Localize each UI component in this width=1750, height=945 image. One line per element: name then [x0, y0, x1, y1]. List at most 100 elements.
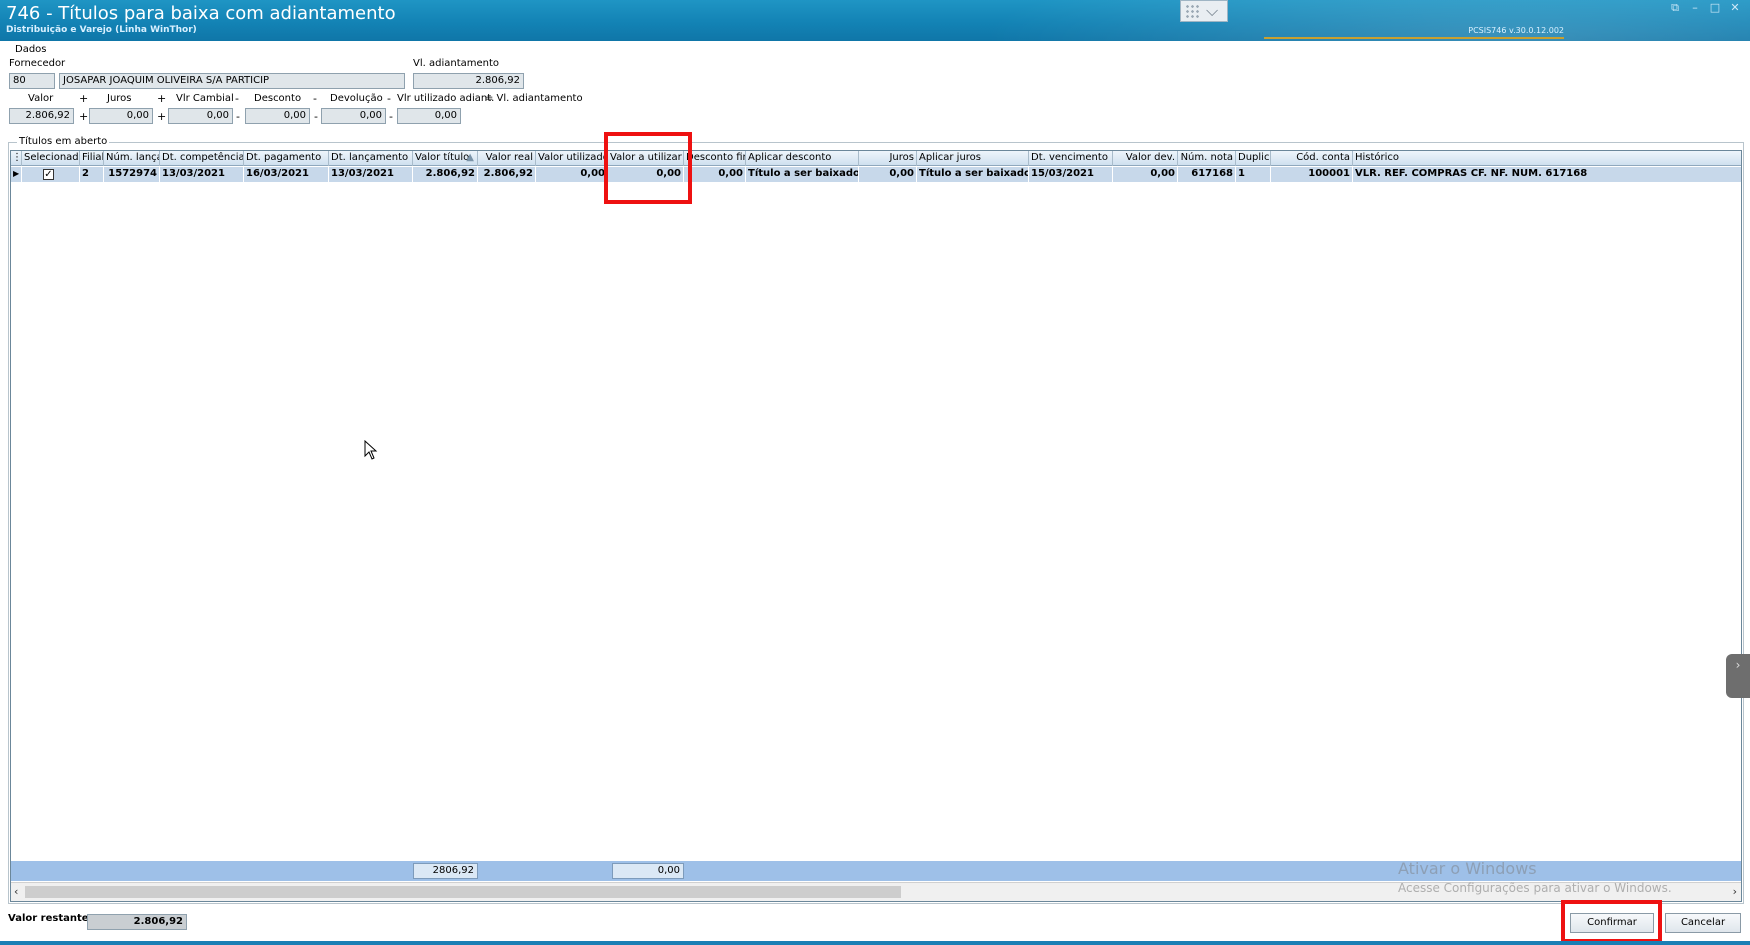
windows-activation-title: Ativar o Windows — [1398, 859, 1537, 878]
equals-label: = Vl. adiantamento — [485, 93, 583, 104]
cell-dt-vencimento: 15/03/2021 — [1029, 167, 1113, 182]
header-indicator: ⋮ — [11, 151, 22, 166]
cell-historico: VLR. REF. COMPRAS CF. NF. NUM. 617168 — [1355, 168, 1588, 179]
cell-juros[interactable]: 0,00 — [859, 167, 917, 182]
header-dt-lancamento[interactable]: Dt. lançamento — [329, 151, 413, 166]
valor-field: 2.806,92 — [9, 108, 74, 124]
header-duplic[interactable]: Duplic — [1236, 151, 1271, 166]
close-icon[interactable]: ✕ — [1728, 2, 1742, 14]
vlr-utilizado-field: 0,00 — [397, 108, 461, 124]
juros-field: 0,00 — [89, 108, 153, 124]
cell-desconto-fin[interactable]: 0,00 — [684, 167, 746, 182]
operator-plus: + — [157, 92, 167, 105]
cell-dt-lancamento: 13/03/2021 — [329, 167, 413, 182]
highlight-valor-a-utilizar — [604, 132, 692, 204]
header-dt-competencia[interactable]: Dt. competência — [160, 151, 244, 166]
header-dt-vencimento[interactable]: Dt. vencimento — [1029, 151, 1113, 166]
header-valor-titulo-label: Valor título — [415, 152, 470, 163]
cell-aplicar-juros[interactable]: Título a ser baixado — [917, 167, 1029, 182]
scrollbar-thumb[interactable] — [25, 886, 901, 898]
scroll-left-icon[interactable]: ‹ — [14, 885, 18, 898]
juros-label: Juros — [107, 93, 132, 104]
cell-num-lanc: 1572974 — [104, 167, 160, 182]
header-valor-titulo[interactable]: Valor título ▲ — [413, 151, 478, 166]
operator-plus: + — [79, 92, 89, 105]
valor-label: Valor — [28, 93, 54, 104]
side-panel-toggle-icon[interactable]: › — [1726, 654, 1750, 698]
row-indicator-icon: ▶ — [11, 167, 22, 182]
operator-minus: - — [235, 92, 239, 105]
cell-valor-real: 2.806,92 — [478, 167, 536, 182]
grid-menu-icon — [1185, 4, 1201, 19]
dados-section-label: Dados — [15, 44, 47, 55]
cell-valor-dev: 0,00 — [1113, 167, 1178, 182]
operator-plus: + — [157, 110, 167, 123]
sort-icon: ▲ — [466, 152, 474, 163]
header-selecionado[interactable]: Selecionado — [22, 151, 80, 166]
valor-restante-field: 2.806,92 — [87, 914, 187, 930]
selected-checkbox[interactable]: ✓ — [43, 169, 54, 180]
cell-duplic: 1 — [1236, 167, 1271, 182]
titulos-section-label: Títulos em aberto — [17, 136, 110, 147]
header-valor-dev[interactable]: Valor dev. — [1113, 151, 1178, 166]
app-menu-button[interactable]: ⌵ — [1180, 0, 1228, 22]
cancel-button[interactable]: Cancelar — [1665, 913, 1741, 933]
minimize-icon[interactable]: – — [1688, 2, 1702, 14]
vl-adiantamento-field: 2.806,92 — [413, 73, 524, 89]
window-title: 746 - Títulos para baixa com adiantament… — [6, 3, 396, 24]
vlr-cambial-label: Vlr Cambial — [176, 93, 234, 104]
header-valor-real[interactable]: Valor real — [478, 151, 536, 166]
maximize-icon[interactable]: □ — [1708, 2, 1722, 14]
cell-aplicar-desconto[interactable]: Título a ser baixado — [746, 167, 859, 182]
windows-activation-text: Acesse Configurações para ativar o Windo… — [1398, 881, 1672, 895]
total-valor-titulo: 2806,92 — [413, 863, 478, 879]
grid-header: ⋮ Selecionado Filial Núm. lançar Dt. com… — [11, 151, 1741, 166]
header-num-lanc[interactable]: Núm. lançar — [104, 151, 160, 166]
cell-filial: 2 — [80, 167, 104, 182]
header-dt-pagamento[interactable]: Dt. pagamento — [244, 151, 329, 166]
chevron-down-icon: ⌵ — [1206, 1, 1219, 20]
title-bar: 746 - Títulos para baixa com adiantament… — [0, 0, 1750, 41]
header-num-nota[interactable]: Núm. nota — [1178, 151, 1236, 166]
header-cod-conta[interactable]: Cód. conta — [1271, 151, 1353, 166]
header-juros[interactable]: Juros — [859, 151, 917, 166]
fornecedor-label: Fornecedor — [9, 58, 66, 69]
vlr-utilizado-label: Vlr utilizado adiant. — [397, 93, 495, 104]
window-bottom-border — [0, 941, 1750, 945]
table-row[interactable]: ▶ ✓ 2 1572974 13/03/2021 16/03/2021 13/0… — [11, 167, 1741, 182]
desconto-field: 0,00 — [245, 108, 310, 124]
operator-minus: - — [389, 110, 393, 123]
operator-minus: - — [387, 92, 391, 105]
cell-num-nota: 617168 — [1178, 167, 1236, 182]
header-desconto-fin[interactable]: Desconto fin. — [684, 151, 746, 166]
version-label: PCSIS746 v.30.0.12.002 — [1468, 26, 1564, 35]
fornecedor-code-field[interactable]: 80 — [9, 73, 55, 89]
scroll-right-icon[interactable]: › — [1733, 885, 1737, 898]
header-valor-utilizado[interactable]: Valor utilizado — [536, 151, 608, 166]
operator-minus: - — [314, 110, 318, 123]
header-aplicar-desconto[interactable]: Aplicar desconto — [746, 151, 859, 166]
cell-valor-utilizado: 0,00 — [536, 167, 608, 182]
title-accent-line — [1264, 37, 1564, 39]
devolucao-field: 0,00 — [321, 108, 386, 124]
desconto-label: Desconto — [254, 93, 302, 104]
vl-adiantamento-label: Vl. adiantamento — [413, 58, 500, 69]
cell-valor-titulo: 2.806,92 — [413, 167, 478, 182]
header-historico[interactable]: Histórico — [1353, 151, 1741, 166]
titulos-grid[interactable]: ⋮ Selecionado Filial Núm. lançar Dt. com… — [10, 150, 1742, 902]
restore-icon[interactable]: ⧉ — [1668, 2, 1682, 14]
cell-dt-pagamento: 16/03/2021 — [244, 167, 329, 182]
title-bar-decoration — [890, 0, 1750, 41]
operator-minus: - — [313, 92, 317, 105]
header-filial[interactable]: Filial — [80, 151, 104, 166]
valor-restante-label: Valor restante — [8, 913, 89, 924]
header-aplicar-juros[interactable]: Aplicar juros — [917, 151, 1029, 166]
vlr-cambial-field: 0,00 — [168, 108, 233, 124]
fornecedor-name-field: JOSAPAR JOAQUIM OLIVEIRA S/A PARTICIP — [59, 73, 405, 89]
confirm-button[interactable]: Confirmar — [1570, 913, 1654, 933]
cell-selecionado[interactable]: ✓ — [22, 167, 80, 182]
mouse-cursor-icon — [364, 440, 378, 460]
devolucao-label: Devolução — [330, 93, 383, 104]
operator-minus: - — [236, 110, 240, 123]
operator-plus: + — [79, 110, 89, 123]
